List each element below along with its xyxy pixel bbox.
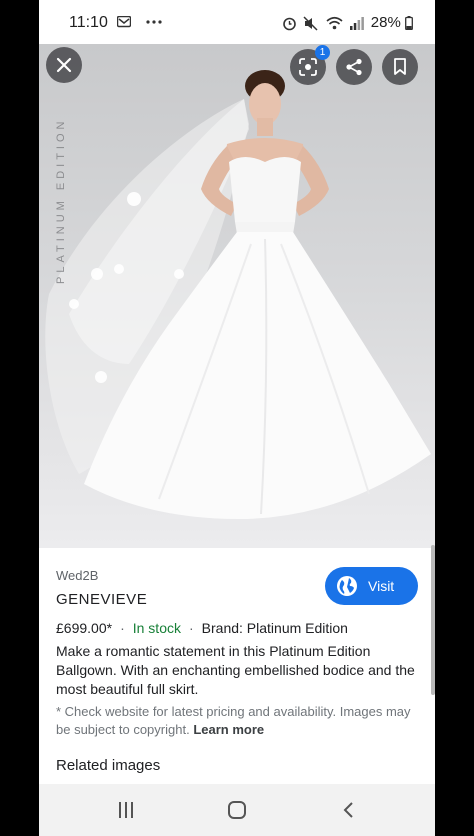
mute-icon <box>303 16 318 31</box>
image-watermark: PLATINUM EDITION <box>55 117 67 284</box>
back-button[interactable] <box>335 796 363 824</box>
lens-button[interactable]: 1 <box>290 45 330 85</box>
back-icon <box>343 802 353 818</box>
message-icon <box>117 15 131 28</box>
product-title[interactable]: GENEVIEVE <box>56 591 147 608</box>
scroll-indicator[interactable] <box>431 545 435 695</box>
recents-icon <box>119 802 133 818</box>
product-price: £699.00* <box>56 620 113 636</box>
status-time: 11:10 <box>69 14 108 31</box>
share-button[interactable] <box>336 49 372 85</box>
separator-dot: · <box>120 620 125 636</box>
signal-icon <box>349 16 364 30</box>
price-line: £699.00* · In stock · Brand: Platinum Editio… <box>56 620 348 636</box>
bookmark-icon <box>394 58 406 75</box>
product-description: Make a romantic statement in this Platin… <box>56 643 415 697</box>
pricing-disclaimer: * Check website for latest pricing and a… <box>56 703 418 739</box>
stock-status: In stock <box>132 620 181 636</box>
related-images-heading: Related images <box>56 757 161 774</box>
learn-more-link[interactable]: Learn more <box>193 722 264 737</box>
product-brand: Brand: Platinum Edition <box>201 620 348 636</box>
close-button[interactable] <box>46 47 82 83</box>
alarm-icon <box>283 17 296 30</box>
wedding-dress-image <box>45 70 431 519</box>
separator-dot: · <box>188 620 194 636</box>
lens-icon <box>299 58 317 76</box>
status-bar: 11:10 28% <box>39 0 435 44</box>
product-source[interactable]: Wed2B <box>56 568 98 583</box>
share-icon <box>346 58 362 76</box>
phone-screen: 11:10 28% PLATINUM EDITION 1 Wed2B GENEV… <box>39 0 435 836</box>
close-icon <box>56 57 72 73</box>
visit-label: Visit <box>368 578 395 594</box>
product-image[interactable]: PLATINUM EDITION 1 <box>39 44 435 548</box>
save-button[interactable] <box>382 49 418 85</box>
lens-badge: 1 <box>315 45 330 60</box>
navigation-bar <box>39 784 435 836</box>
globe-icon <box>337 576 357 596</box>
battery-percent: 28% <box>370 14 401 31</box>
product-info-card: Wed2B GENEVIEVE Visit £699.00* · In stock ·… <box>39 548 435 784</box>
wifi-icon <box>326 16 343 30</box>
recents-button[interactable] <box>112 796 140 824</box>
status-right: 28% <box>282 14 413 31</box>
more-dots-icon <box>146 20 162 24</box>
home-icon <box>228 801 246 819</box>
notification-icons <box>117 13 162 29</box>
home-button[interactable] <box>223 796 251 824</box>
visit-button[interactable]: Visit <box>325 567 418 605</box>
battery-icon <box>405 16 413 31</box>
